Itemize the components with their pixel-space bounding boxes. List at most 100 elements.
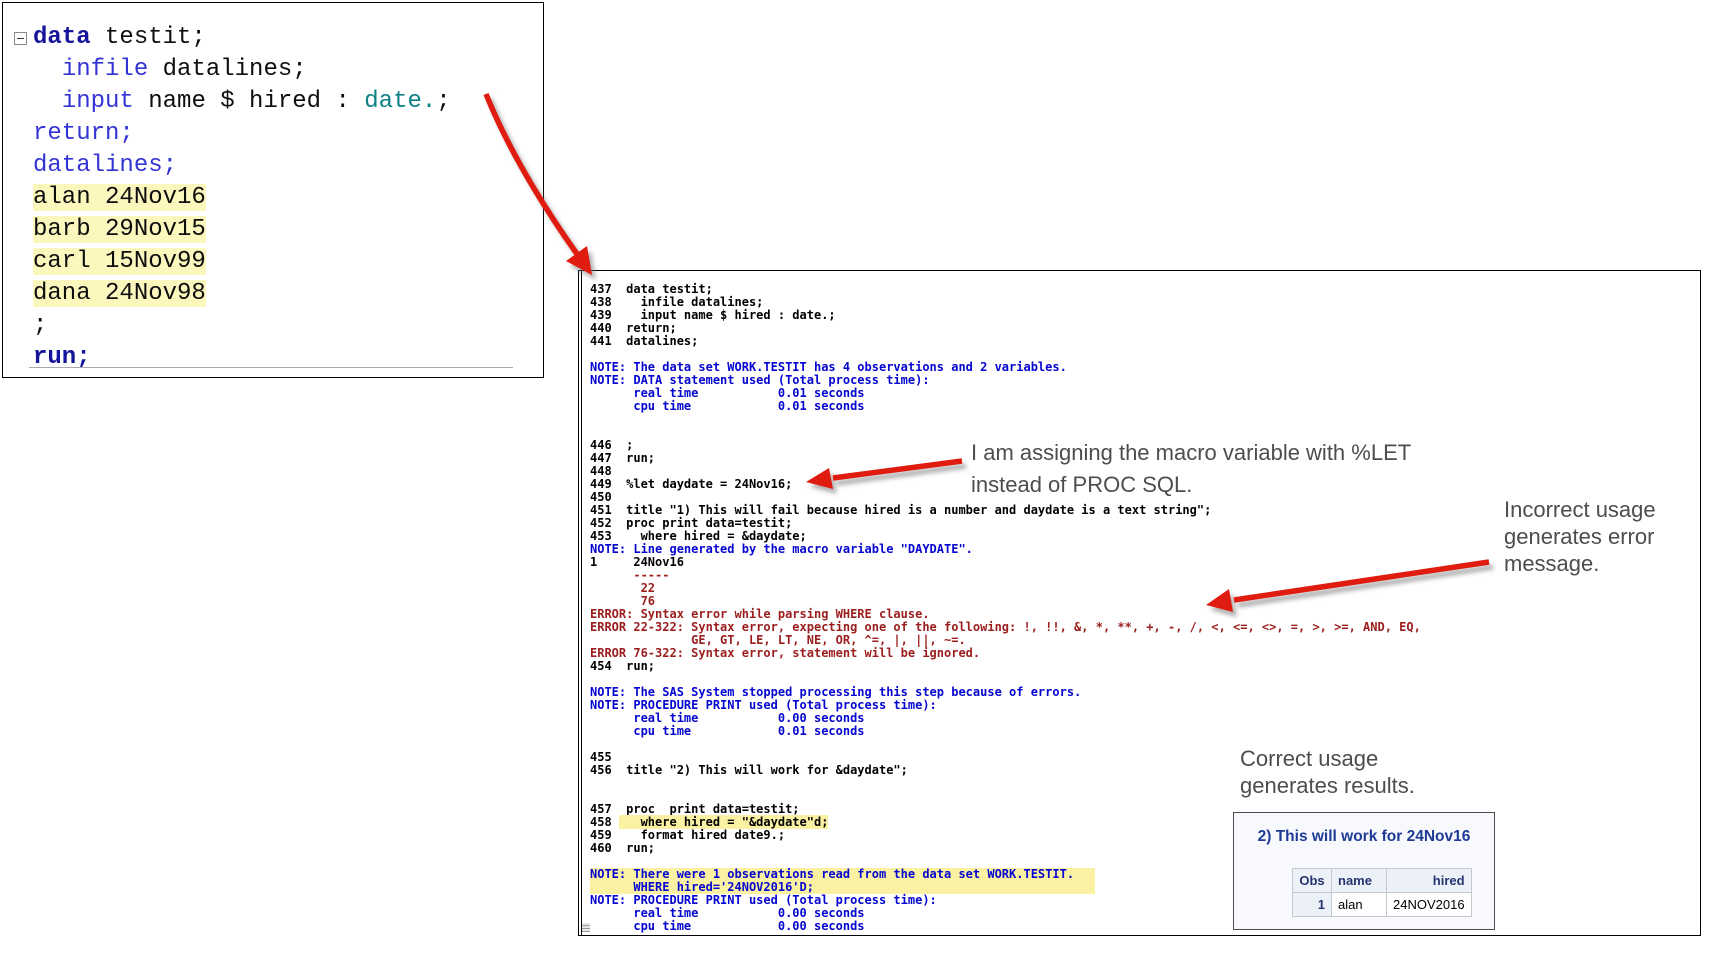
table-row: 1 alan 24NOV2016 — [1292, 892, 1472, 917]
editor-divider — [29, 367, 513, 368]
log-token: 440 return; — [590, 321, 677, 335]
editor-line: input name $ hired : date.; — [33, 87, 451, 119]
log-token: NOTE: Line generated by the macro variab… — [590, 542, 973, 556]
code-token: dana 24Nov98 — [33, 280, 206, 307]
page: { "editor": { "lines": [ {"parts":[{"t":… — [0, 0, 1710, 964]
log-inner-border — [581, 271, 582, 935]
log-token: ERROR 22-322: Syntax error, expecting on… — [590, 620, 1421, 634]
log-line: 439 input name $ hired : date.; — [590, 309, 1421, 322]
editor-line: carl 15Nov99 — [33, 247, 451, 279]
log-token: where hired = "&daydate"d; — [618, 815, 829, 829]
results-panel: 2) This will work for 24Nov16 Obs name h… — [1233, 812, 1495, 930]
code-token: name $ hired : — [133, 88, 365, 115]
log-token: 453 where hired = &daydate; — [590, 529, 807, 543]
code-token: barb 29Nov15 — [33, 216, 206, 243]
log-line: ERROR 76-322: Syntax error, statement wi… — [590, 647, 1421, 660]
log-token: NOTE: The SAS System stopped processing … — [590, 685, 1082, 699]
log-token: 441 datalines; — [590, 334, 699, 348]
annotation-line: generates results. — [1240, 773, 1415, 798]
editor-line: alan 24Nov16 — [33, 183, 451, 215]
collapse-icon[interactable] — [14, 32, 27, 45]
log-token: 457 proc print data=testit; — [590, 802, 800, 816]
editor-line: barb 29Nov15 — [33, 215, 451, 247]
code-token: data — [33, 24, 91, 51]
annotation-correct: Correct usage generates results. — [1240, 745, 1415, 799]
editor-line: ; — [33, 311, 451, 343]
log-token: ERROR 76-322: Syntax error, statement wi… — [590, 646, 981, 660]
log-token: 439 input name $ hired : date.; — [590, 308, 836, 322]
log-token: 76 — [590, 594, 656, 608]
log-line: NOTE: Line generated by the macro variab… — [590, 543, 1421, 556]
log-line: cpu time 0.01 seconds — [590, 400, 1421, 413]
log-token: 451 title "1) This will fail because hir… — [590, 503, 1212, 517]
log-token: 456 title "2) This will work for &daydat… — [590, 763, 908, 777]
log-token: real time 0.00 seconds — [590, 906, 865, 920]
code-token: ; — [436, 88, 451, 115]
editor-line: datalines; — [33, 151, 451, 183]
log-token: 1 24Nov16 — [590, 555, 684, 569]
log-token: 452 proc print data=testit; — [590, 516, 793, 530]
log-token: 437 data testit; — [590, 282, 713, 296]
annotation-line: Correct usage — [1240, 746, 1379, 771]
code-token: date. — [364, 88, 437, 115]
log-token: 460 run; — [590, 841, 656, 855]
code-editor-window[interactable]: data testit; infile datalines; input nam… — [2, 2, 544, 378]
log-token: ERROR: Syntax error while parsing WHERE … — [590, 607, 930, 621]
log-token: ----- — [590, 568, 670, 582]
annotation-error: Incorrect usage generates error message. — [1504, 496, 1656, 577]
log-token: NOTE: DATA statement used (Total process… — [590, 373, 930, 387]
results-title: 2) This will work for 24Nov16 — [1257, 828, 1471, 845]
table-header-row: Obs name hired — [1292, 868, 1472, 893]
log-token: 450 — [590, 490, 612, 504]
log-token: 459 format hired date9.; — [590, 828, 786, 842]
log-token: NOTE: The data set WORK.TESTIT has 4 obs… — [590, 360, 1067, 374]
log-line: 454 run; — [590, 660, 1421, 673]
log-line: 1 24Nov16 — [590, 556, 1421, 569]
code-token: datalines; — [33, 152, 178, 179]
col-header-obs: Obs — [1292, 868, 1332, 893]
log-token: 22 — [590, 581, 656, 595]
annotation-line: instead of PROC SQL. — [971, 472, 1193, 497]
annotation-line: message. — [1504, 551, 1600, 576]
code-token: datalines; — [148, 56, 307, 83]
col-header-name: name — [1331, 868, 1387, 893]
log-line: cpu time 0.01 seconds — [590, 725, 1421, 738]
log-token: NOTE: PROCEDURE PRINT used (Total proces… — [590, 893, 937, 907]
log-line: ----- — [590, 569, 1421, 582]
col-header-hired: hired — [1386, 868, 1472, 893]
editor-line: infile datalines; — [33, 55, 451, 87]
log-token: 458 — [590, 815, 619, 829]
log-line: 441 datalines; — [590, 335, 1421, 348]
log-token: 446 ; — [590, 438, 634, 452]
log-token: 448 — [590, 464, 612, 478]
editor-line: dana 24Nov98 — [33, 279, 451, 311]
log-token: 438 infile datalines; — [590, 295, 764, 309]
editor-line: run; — [33, 343, 451, 375]
resize-grip-icon[interactable] — [582, 923, 590, 932]
log-token: 454 run; — [590, 659, 656, 673]
code-token: carl 15Nov99 — [33, 248, 206, 275]
annotation-line: Incorrect usage — [1504, 497, 1656, 522]
code-token: alan 24Nov16 — [33, 184, 206, 211]
log-token: 455 — [590, 750, 612, 764]
annotation-let: I am assigning the macro variable with %… — [971, 437, 1411, 501]
log-token: 447 run; — [590, 451, 656, 465]
editor-line: return; — [33, 119, 451, 151]
editor-code[interactable]: data testit; infile datalines; input nam… — [33, 23, 451, 375]
code-token: input — [61, 88, 134, 115]
log-token: GE, GT, LE, LT, NE, OR, ^=, |, ||, ~=. — [590, 633, 966, 647]
annotation-line: generates error — [1504, 524, 1655, 549]
cell-name: alan — [1331, 892, 1387, 917]
code-token: ; — [33, 312, 48, 339]
log-token: cpu time 0.01 seconds — [590, 724, 865, 738]
log-window[interactable]: 437 data testit; 438 infile datalines; 439… — [578, 270, 1701, 936]
log-token: real time 0.01 seconds — [590, 386, 865, 400]
code-token: infile — [61, 56, 149, 83]
log-line: 440 return; — [590, 322, 1421, 335]
log-token: cpu time 0.01 seconds — [590, 399, 865, 413]
cell-obs: 1 — [1292, 892, 1332, 917]
log-token: real time 0.00 seconds — [590, 711, 865, 725]
